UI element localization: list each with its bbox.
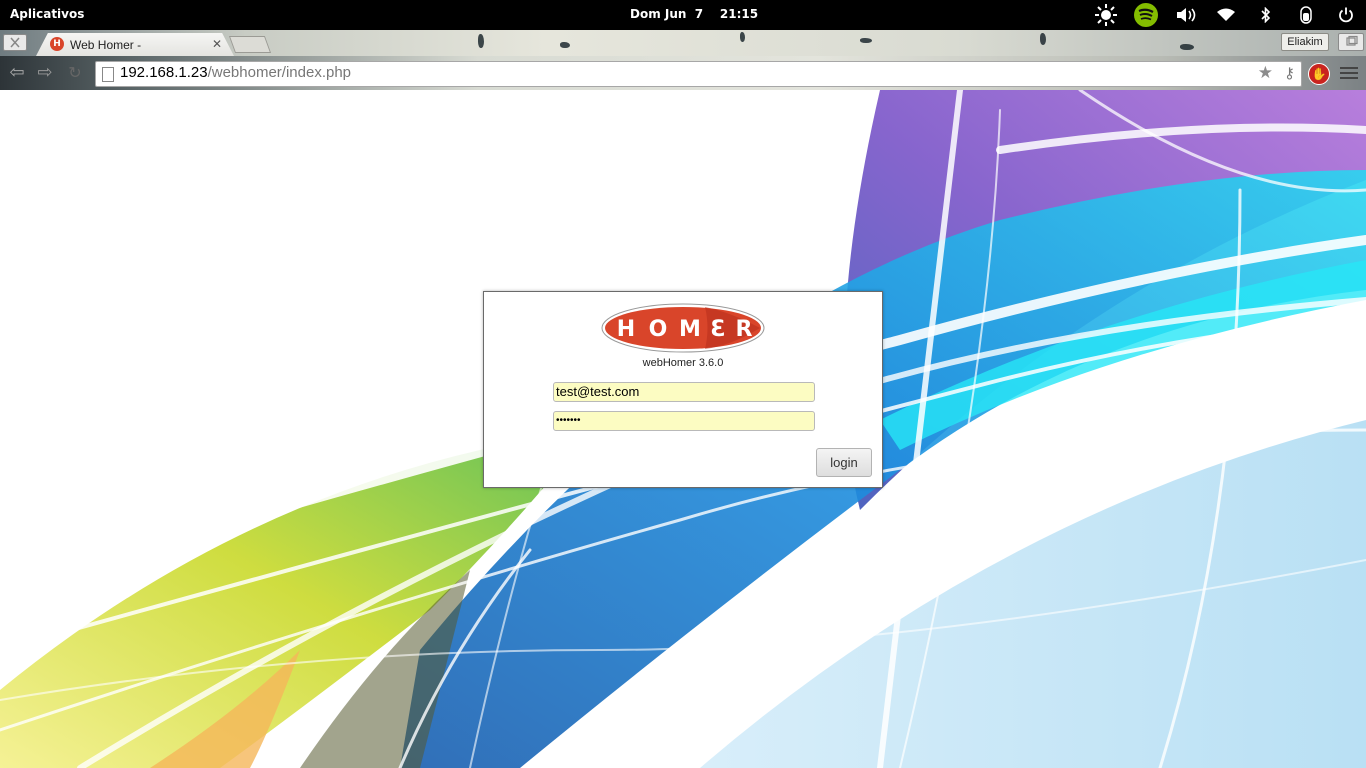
browser-toolbar: ⇦ ⇨ ↻ 192.168.1.23/webhomer/index.php ★ …	[0, 56, 1366, 90]
version-label: webHomer 3.6.0	[642, 357, 724, 369]
logo-letter-e: Ɛ	[710, 317, 725, 342]
bookmark-star-icon[interactable]: ★	[1258, 63, 1273, 83]
reload-icon[interactable]: ↻	[64, 62, 86, 84]
login-dialog: H O M Ɛ R webHomer 3.6.0 test@test.com •…	[483, 291, 883, 488]
clock[interactable]: Dom Jun 7 21:15	[630, 7, 758, 21]
spotify-icon[interactable]	[1126, 0, 1166, 30]
volume-icon[interactable]	[1166, 0, 1206, 30]
tab-title: Web Homer -	[70, 38, 142, 52]
page-viewport: H O M Ɛ R webHomer 3.6.0 test@test.com •…	[0, 90, 1366, 768]
url-text[interactable]: 192.168.1.23/webhomer/index.php	[120, 64, 351, 81]
logo-letter-r: R	[736, 317, 753, 342]
applications-menu[interactable]: Aplicativos	[10, 7, 84, 21]
window-restore-button[interactable]	[1338, 33, 1364, 51]
bluetooth-icon[interactable]	[1246, 0, 1286, 30]
password-field[interactable]: •••••••	[553, 411, 815, 431]
forward-arrow-icon[interactable]: ⇨	[34, 62, 56, 84]
wifi-icon[interactable]	[1206, 0, 1246, 30]
url-host: 192.168.1.23	[120, 64, 208, 81]
brightness-icon[interactable]	[1086, 0, 1126, 30]
system-tray	[1086, 0, 1366, 30]
profile-user-button[interactable]: Eliakim	[1281, 33, 1329, 51]
browser-tab-strip: H Web Homer - ✕ Eliakim	[0, 30, 1366, 56]
chrome-menu-icon[interactable]	[1340, 64, 1358, 82]
logo-letter-o: O	[649, 317, 668, 342]
login-button[interactable]: login	[816, 448, 872, 477]
email-field[interactable]: test@test.com	[553, 382, 815, 402]
back-arrow-icon[interactable]: ⇦	[6, 62, 28, 84]
clock-time: 21:15	[719, 7, 759, 21]
logo-letter-h: H	[617, 317, 635, 342]
window-close-button[interactable]	[3, 34, 27, 51]
gnome-top-bar: Aplicativos Dom Jun 7 21:15	[0, 0, 1366, 30]
homer-favicon-icon: H	[50, 37, 64, 51]
tab-close-icon[interactable]: ✕	[212, 37, 222, 51]
browser-tab-web-homer[interactable]: H Web Homer - ✕	[36, 33, 234, 56]
adblock-icon[interactable]: ✋	[1308, 63, 1330, 85]
clock-date: Dom Jun 7	[630, 7, 704, 21]
power-icon[interactable]	[1326, 0, 1366, 30]
logo-letter-m: M	[679, 317, 701, 342]
page-icon	[102, 67, 114, 82]
address-bar[interactable]: 192.168.1.23/webhomer/index.php ★ ⚷	[95, 61, 1302, 87]
url-path: /webhomer/index.php	[207, 64, 352, 81]
password-key-icon[interactable]: ⚷	[1284, 64, 1295, 82]
mouse-battery-icon[interactable]	[1286, 0, 1326, 30]
new-tab-button[interactable]	[228, 36, 272, 53]
